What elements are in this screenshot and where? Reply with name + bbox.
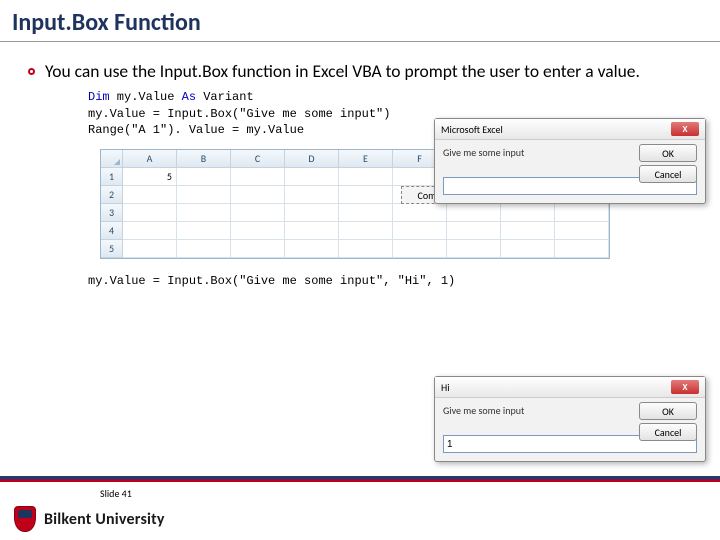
col-header[interactable]: B (177, 150, 231, 168)
slide-number: Slide 41 (100, 487, 132, 500)
cell[interactable] (177, 186, 231, 204)
cell[interactable] (231, 168, 285, 186)
cell[interactable] (231, 204, 285, 222)
bullet-text: You can use the Input.Box function in Ex… (45, 60, 692, 83)
cancel-button[interactable]: Cancel (639, 165, 697, 183)
cell[interactable] (177, 222, 231, 240)
col-header[interactable]: E (339, 150, 393, 168)
cell[interactable] (501, 204, 555, 222)
cell[interactable] (123, 186, 177, 204)
cell[interactable] (231, 240, 285, 258)
keyword-dim: Dim (88, 90, 110, 104)
footer-rule (0, 476, 720, 482)
row-header[interactable]: 5 (101, 240, 123, 258)
cell[interactable] (177, 240, 231, 258)
cell[interactable] (177, 168, 231, 186)
dialog-body: Give me some input OK Cancel (435, 398, 705, 461)
dialog-titlebar: Hi X (435, 377, 705, 398)
cell[interactable] (447, 240, 501, 258)
cell[interactable] (339, 186, 393, 204)
cell[interactable] (447, 222, 501, 240)
university-name: Bilkent University (44, 510, 165, 529)
cell-a1[interactable]: 5 (123, 168, 177, 186)
col-header[interactable]: A (123, 150, 177, 168)
cell[interactable] (339, 240, 393, 258)
row-header[interactable]: 4 (101, 222, 123, 240)
grid-row: 5 (101, 240, 609, 258)
close-icon[interactable]: X (671, 380, 699, 394)
close-icon[interactable]: X (671, 122, 699, 136)
cell[interactable] (339, 168, 393, 186)
cell[interactable] (123, 240, 177, 258)
row-header[interactable]: 2 (101, 186, 123, 204)
code-text: my.Value (110, 90, 182, 104)
cell[interactable] (393, 222, 447, 240)
cell[interactable] (123, 204, 177, 222)
cell[interactable] (177, 204, 231, 222)
code-block-2: my.Value = Input.Box("Give me some input… (88, 273, 692, 290)
footer-logo: Bilkent University (14, 506, 165, 532)
cell[interactable] (339, 222, 393, 240)
cell[interactable] (123, 222, 177, 240)
bullet-icon (28, 68, 35, 75)
grid-row: 3 (101, 204, 609, 222)
dialog-title: Microsoft Excel (441, 123, 503, 136)
dialog-title: Hi (441, 381, 450, 394)
col-header[interactable]: C (231, 150, 285, 168)
cancel-button[interactable]: Cancel (639, 423, 697, 441)
row-header[interactable]: 1 (101, 168, 123, 186)
bullet-item: You can use the Input.Box function in Ex… (28, 60, 692, 83)
cell[interactable] (447, 204, 501, 222)
cell[interactable] (285, 240, 339, 258)
cell[interactable] (285, 204, 339, 222)
cell[interactable] (285, 186, 339, 204)
dialog-titlebar: Microsoft Excel X (435, 119, 705, 140)
ok-button[interactable]: OK (639, 402, 697, 420)
cell[interactable] (339, 204, 393, 222)
cell[interactable] (231, 186, 285, 204)
cell[interactable] (393, 204, 447, 222)
code-line-3: Range("A 1"). Value = my.Value (88, 123, 304, 137)
grid-select-all[interactable] (101, 150, 123, 168)
code-line-2: my.Value = Input.Box("Give me some input… (88, 107, 390, 121)
col-header[interactable]: D (285, 150, 339, 168)
shield-icon (14, 506, 36, 532)
inputbox-dialog-2: Hi X Give me some input OK Cancel (434, 376, 706, 462)
code-text: Variant (196, 90, 254, 104)
dialog-body: Give me some input OK Cancel (435, 140, 705, 203)
cell[interactable] (231, 222, 285, 240)
cell[interactable] (501, 240, 555, 258)
cell[interactable] (501, 222, 555, 240)
cell[interactable] (555, 204, 609, 222)
keyword-as: As (182, 90, 196, 104)
cell[interactable] (285, 168, 339, 186)
cell[interactable] (555, 240, 609, 258)
slide-title: Input.Box Function (0, 0, 720, 42)
cell[interactable] (393, 240, 447, 258)
ok-button[interactable]: OK (639, 144, 697, 162)
inputbox-dialog-1: Microsoft Excel X Give me some input OK … (434, 118, 706, 204)
grid-row: 4 (101, 222, 609, 240)
cell[interactable] (285, 222, 339, 240)
cell[interactable] (555, 222, 609, 240)
row-header[interactable]: 3 (101, 204, 123, 222)
